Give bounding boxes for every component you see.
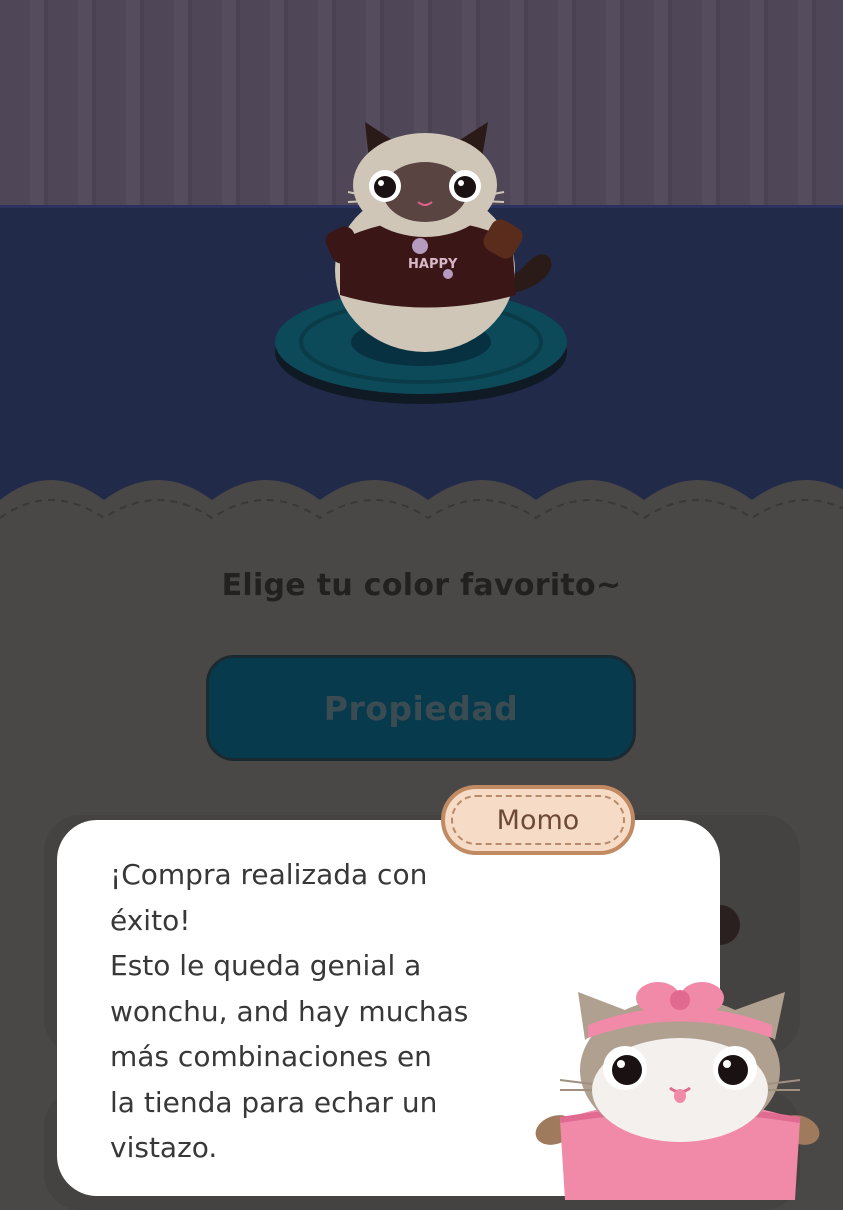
- dialog-line: la tienda para echar un: [110, 1085, 438, 1119]
- color-prompt: Elige tu color favorito~: [221, 568, 622, 603]
- dialog-line: ¡Compra realizada con: [110, 858, 428, 891]
- dialog-line: Esto le queda genial a: [110, 949, 422, 982]
- dialog-text: ¡Compra realizada con éxito! Esto le que…: [110, 852, 550, 1171]
- pet-cat[interactable]: HAPPY: [260, 110, 590, 420]
- speaker-name-tag: Momo: [441, 785, 635, 855]
- game-scene: HAPPY Elige tu color favorito~ Propiedad: [0, 0, 843, 1210]
- dialog-line: wonchu, and hay muchas: [110, 994, 469, 1028]
- dialog-line: vistazo.: [110, 1131, 218, 1164]
- momo-mascot: [535, 982, 820, 1200]
- dialog-line: éxito!: [110, 903, 191, 937]
- dialog-line: más combinaciones en: [110, 1040, 432, 1073]
- speaker-name: Momo: [496, 804, 580, 836]
- property-button[interactable]: Propiedad: [206, 655, 636, 761]
